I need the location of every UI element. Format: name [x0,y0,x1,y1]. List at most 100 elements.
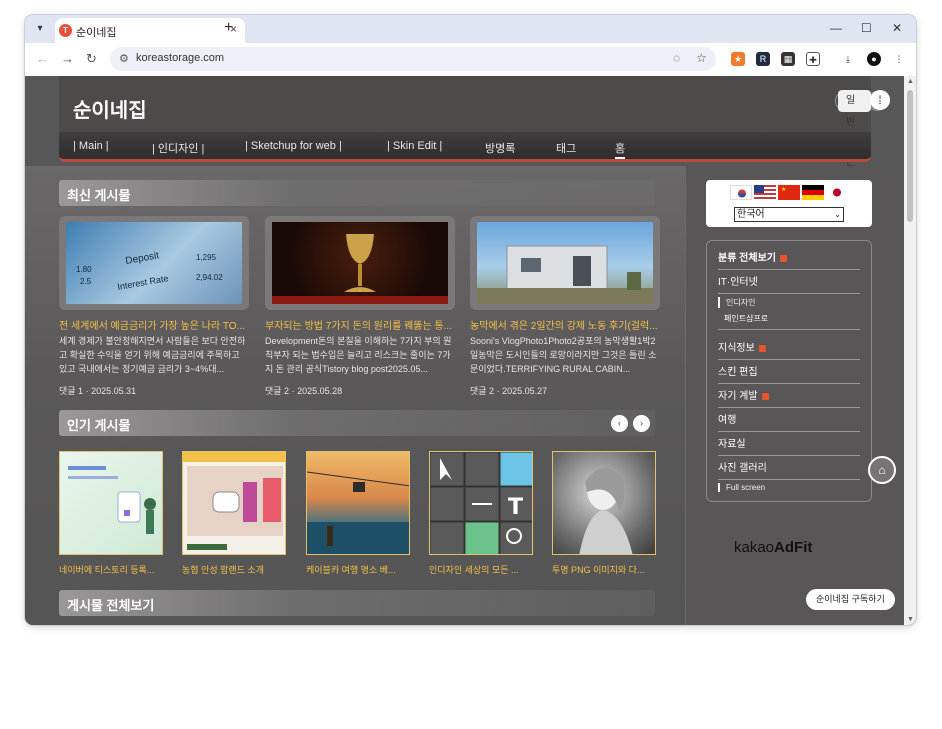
nav-guestbook[interactable]: 방명록 [485,140,515,156]
category-knowledge-label: 지식정보 [718,343,755,354]
post-title[interactable]: 농막에서 겪은 2일간의 강제 노동 후기(걸럭... [470,317,660,332]
new-badge-icon [761,392,769,400]
flag-korea-shape [738,189,746,198]
adfit-prefix: kakao [734,539,775,556]
category-paintshoppro[interactable]: 페인트샵프로 [718,313,860,330]
nav-indesign[interactable]: | 인디자인 | [152,140,204,156]
forward-icon[interactable]: → [61,51,74,66]
scroll-down-icon[interactable]: ▼ [907,616,914,623]
post-thumbnail-cabin[interactable] [477,222,653,304]
popular-post-title[interactable]: 네이버에 티스토리 등록... [59,563,163,576]
bookmark-star-icon[interactable]: ☆ [696,51,707,65]
category-indesign[interactable]: 인디자인 [718,297,755,308]
all-posts-title: 게시물 전체보기 [67,598,155,613]
nav-home[interactable]: 홈 [615,140,626,159]
url-text[interactable]: koreastorage.com [136,52,224,64]
new-tab-button[interactable]: + [224,20,233,36]
svg-text:T: T [508,495,523,520]
site-info-icon[interactable]: ⚙ [119,52,129,65]
post-thumbnail-deposit[interactable]: Deposit Interest Rate 1,295 2,94.02 1.80… [66,222,242,304]
popular-posts-header: 인기 게시물 ‹ › [59,410,655,436]
flag-korea-icon[interactable] [730,185,752,200]
category-knowledge[interactable]: 지식정보 [718,339,860,360]
extension-icon[interactable]: ★ [731,52,745,66]
category-downloads[interactable]: 자료실 [718,435,860,456]
thumb-frame [470,216,660,310]
indesign-tools-image: T [430,452,532,554]
profile-avatar[interactable]: ● [867,52,881,66]
category-travel[interactable]: 여행 [718,411,860,432]
language-dropdown[interactable]: 한국어 ⌄ [734,207,844,222]
category-photo-gallery[interactable]: 사진 갤러리 [718,459,860,480]
post-thumbnail-goblet[interactable] [272,222,448,304]
category-all[interactable]: 분류 전체보기 [718,249,860,270]
close-window-button[interactable]: ✕ [892,21,902,35]
category-full-screen[interactable]: Full screen [718,483,765,492]
browser-menu-icon[interactable]: ⋮ [892,52,906,66]
popular-post-title[interactable]: 케이블카 여행 명소 베... [306,563,410,576]
thumb-frame: Deposit Interest Rate 1,295 2,94.02 1.80… [59,216,249,310]
post-excerpt: Sooni's VlogPhoto1Photo2공포의 농막생활1박2일농막은 … [470,336,657,374]
tab-title: 순이네집 [76,27,117,39]
new-badge-icon [758,344,766,352]
tab-search-icon[interactable]: ▾ [31,20,49,38]
reload-icon[interactable]: ↻ [86,51,97,67]
nav-skin-edit[interactable]: | Skin Edit | [387,140,442,152]
scroll-up-icon[interactable]: ▲ [907,78,914,85]
tab-strip: ▾ T 순이네집 × + — ☐ ✕ [25,15,916,43]
site-title[interactable]: 순이네집 [73,94,147,123]
prev-arrow-icon[interactable]: ‹ [611,415,628,432]
browser-tab[interactable]: T 순이네집 × [55,18,245,43]
svg-text:Deposit: Deposit [125,250,161,267]
popular-thumbnail[interactable] [306,451,410,555]
flag-usa-icon[interactable] [754,185,776,200]
kakao-adfit-logo[interactable]: kakaoAdFit [734,539,812,556]
popular-posts-title: 인기 게시물 [67,418,131,433]
address-bar[interactable]: ⚙ koreastorage.com ◌ ☆ [110,47,716,71]
popular-post-title[interactable]: 투명 PNG 이미지와 다... [552,563,656,576]
site-header: 순이네집 일반 모드 [59,76,887,172]
page-scrollbar[interactable]: ▲ ▼ [904,76,916,625]
extension-box-icon[interactable]: ▦ [781,52,795,66]
svg-text:2,94.02: 2,94.02 [196,273,223,282]
browser-window: ▾ T 순이네집 × + — ☐ ✕ ← → ↻ ⚙ koreastorage.… [25,15,916,625]
flag-china-icon[interactable]: ★ [778,185,800,200]
popular-thumbnail[interactable] [59,451,163,555]
post-title[interactable]: 부자되는 방법 7가지 돈의 원리를 꿰뚫는 통... [265,317,455,332]
browser-toolbar: ← → ↻ ⚙ koreastorage.com ◌ ☆ ★ R ▦ ✚ ⤓ ●… [25,43,916,76]
nav-sketchup[interactable]: | Sketchup for web | [245,140,342,152]
nav-main[interactable]: | Main | [73,140,109,152]
home-icon[interactable]: ⌂ [868,456,896,484]
nav-tags[interactable]: 태그 [556,140,576,156]
post-meta: 댓글 2 · 2025.05.28 [265,386,343,396]
category-it-internet[interactable]: IT·인터넷 [718,273,860,294]
extensions-puzzle-icon[interactable]: ✚ [806,52,820,66]
download-icon[interactable]: ⤓ [841,52,855,66]
post-meta: 댓글 1 · 2025.05.31 [59,386,137,396]
svg-text:2.5: 2.5 [80,277,92,286]
post-excerpt: Development돈의 본질을 이해하는 7가지 부의 원칙부자 되는 법수… [265,336,452,374]
back-icon[interactable]: ← [36,51,49,66]
popular-thumbnail[interactable]: T [429,451,533,555]
post-title[interactable]: 전 세계에서 예금금리가 가장 높은 나라 TO... [59,317,249,332]
maximize-button[interactable]: ☐ [861,21,872,35]
flag-japan-icon[interactable] [826,185,848,200]
thumb-frame [265,216,455,310]
next-arrow-icon[interactable]: › [633,415,650,432]
eye-off-icon[interactable]: ◌ [673,51,680,65]
flag-germany-icon[interactable] [802,185,824,200]
scroll-thumb[interactable] [907,90,913,222]
extension-r-icon[interactable]: R [756,52,770,66]
minimize-button[interactable]: — [830,21,842,35]
popular-thumbnail[interactable] [182,451,286,555]
flag-china-star: ★ [781,187,787,193]
popular-post-title[interactable]: 인디자인 세상의 모든 ... [429,563,533,576]
category-skin-edit[interactable]: 스킨 편집 [718,363,860,384]
popular-post-title[interactable]: 농협 안성 팜랜드 소개 [182,563,286,576]
subscribe-button[interactable]: 순이네집 구독하기 [806,589,895,610]
menu-dots-icon[interactable]: ⁞ [870,90,890,110]
popular-thumbnail[interactable] [552,451,656,555]
category-self-development-label: 자기 계발 [718,391,758,402]
chevron-down-icon: ⌄ [834,210,841,219]
category-self-development[interactable]: 자기 계발 [718,387,860,408]
